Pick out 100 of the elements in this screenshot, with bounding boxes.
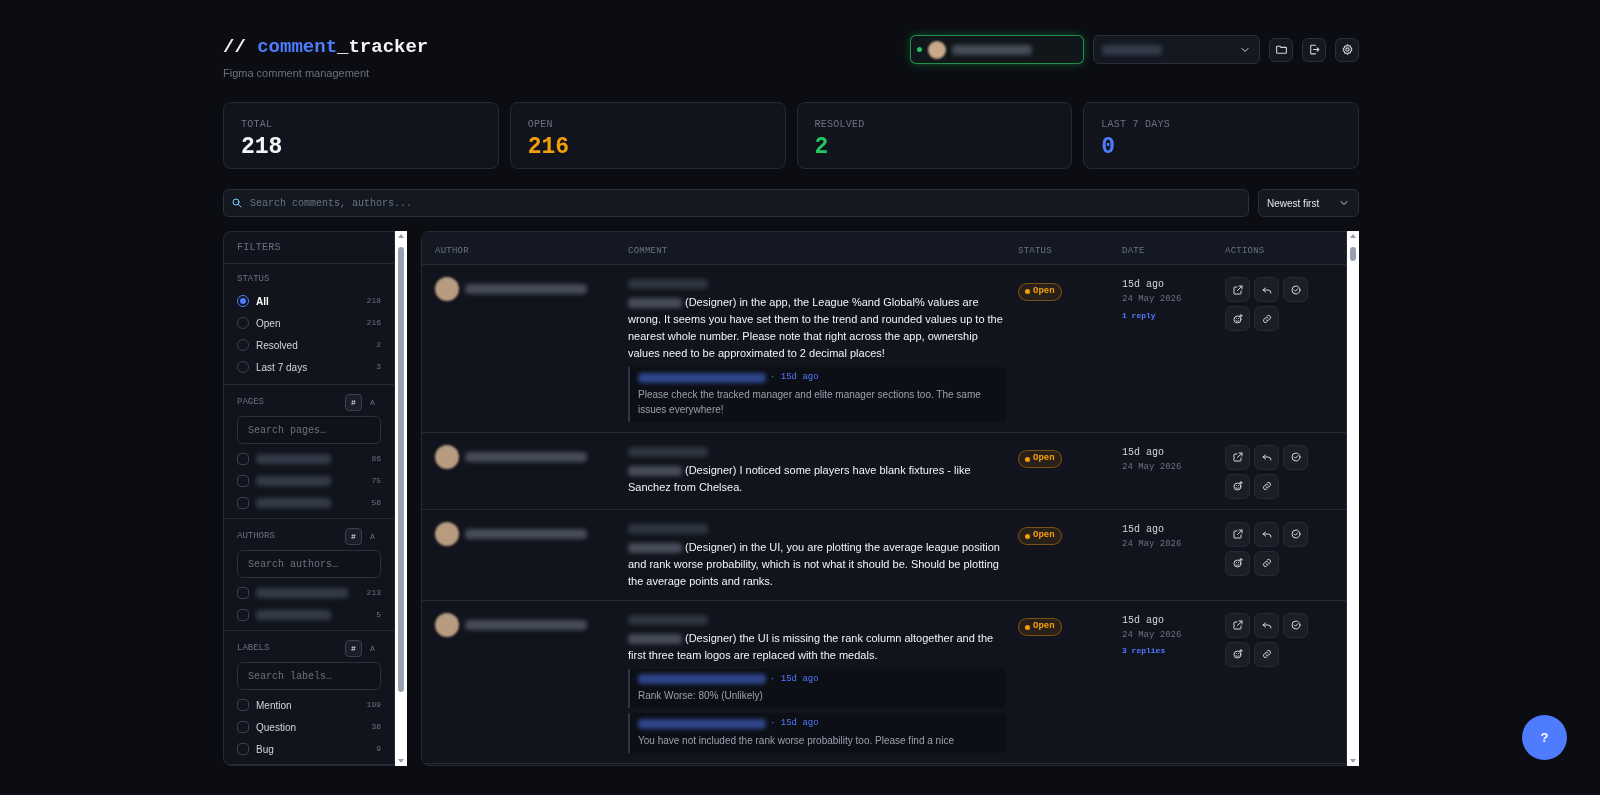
status-badge: Open: [1018, 618, 1062, 636]
sort-toggle[interactable]: #: [345, 640, 362, 657]
scrollbar[interactable]: [395, 231, 407, 766]
filter-item[interactable]: 86: [237, 448, 381, 470]
stat-value: 216: [527, 133, 571, 161]
replies-link[interactable]: 1 reply: [1122, 309, 1156, 322]
status-option[interactable]: Resolved 2: [237, 334, 381, 356]
check-circle-icon: [1289, 528, 1302, 540]
add-emoji-icon: [1231, 648, 1244, 660]
scrollbar-thumb[interactable]: [398, 247, 404, 692]
stat-value: 0: [1101, 133, 1117, 161]
blurred-mention: [628, 298, 682, 309]
relative-time: 15d ago: [1122, 613, 1165, 628]
comment-date: 24 May 2026: [1122, 293, 1183, 306]
stat-value: 218: [241, 133, 284, 161]
search-field[interactable]: Search comments, authors...: [223, 189, 1249, 217]
sort-select[interactable]: Newest first: [1258, 189, 1359, 217]
reply-icon: [1260, 528, 1273, 540]
section-heading: AUTHORS: [237, 529, 275, 543]
comment-date: 24 May 2026: [1122, 460, 1183, 474]
column-header: COMMENT: [628, 246, 668, 256]
scrollbar-thumb[interactable]: [1350, 247, 1356, 261]
blurred-project: [1102, 44, 1162, 55]
filter-item[interactable]: 213: [237, 582, 381, 604]
filter-search-field[interactable]: Search authors…: [237, 550, 381, 578]
check-circle-icon: [1289, 283, 1302, 296]
checkbox[interactable]: [237, 743, 249, 755]
reply-button[interactable]: [1254, 277, 1279, 302]
copy-link-button[interactable]: [1254, 641, 1279, 667]
relative-time: 15d ago: [1122, 522, 1165, 537]
status-option[interactable]: Last 7 days 3: [237, 356, 381, 378]
reply-button[interactable]: [1254, 444, 1279, 470]
resolve-button[interactable]: [1283, 444, 1308, 470]
reply-button[interactable]: [1254, 521, 1279, 547]
scroll-up-arrow[interactable]: [1350, 234, 1356, 238]
blurred-mention: [628, 542, 682, 553]
status-option[interactable]: Open 216: [237, 312, 381, 334]
filter-item[interactable]: 5: [237, 604, 381, 626]
column-header: DATE: [1122, 246, 1145, 256]
filter-item[interactable]: Bug 9: [237, 738, 381, 760]
checkbox[interactable]: [237, 453, 249, 465]
sort-toggle[interactable]: A: [364, 394, 381, 411]
replies-link[interactable]: 3 replies: [1122, 645, 1166, 657]
copy-link-button[interactable]: [1254, 306, 1279, 331]
filter-item[interactable]: Question 36: [237, 716, 381, 738]
sort-toggle[interactable]: A: [364, 640, 381, 657]
sort-toggle[interactable]: A: [364, 528, 381, 545]
open-button[interactable]: [1225, 444, 1250, 470]
reply-button[interactable]: [1254, 612, 1279, 638]
stat-label: TOTAL: [241, 118, 274, 132]
react-button[interactable]: [1225, 306, 1250, 331]
react-button[interactable]: [1225, 550, 1250, 576]
settings-button[interactable]: [1335, 37, 1359, 62]
copy-link-button[interactable]: [1254, 550, 1279, 576]
help-button[interactable]: ?: [1522, 715, 1567, 760]
resolve-button[interactable]: [1283, 612, 1308, 638]
add-emoji-icon: [1231, 480, 1244, 492]
reply-text: You have not included the rank worse probability too. Please find a nice: [638, 733, 955, 748]
external-link-icon: [1231, 619, 1244, 631]
resolve-button[interactable]: [1283, 521, 1308, 547]
section-heading: STATUS: [237, 272, 271, 286]
scrollbar[interactable]: [1347, 231, 1359, 766]
status-badge: Open: [1018, 527, 1062, 545]
scroll-down-arrow[interactable]: [398, 759, 404, 763]
scroll-down-arrow[interactable]: [1350, 759, 1356, 763]
filter-item[interactable]: Mention 199: [237, 694, 381, 716]
external-link-icon: [1231, 451, 1244, 463]
app-subtitle: Figma comment management: [223, 66, 371, 81]
filter-item[interactable]: 75: [237, 470, 381, 492]
sort-toggle[interactable]: #: [345, 394, 362, 411]
open-button[interactable]: [1225, 277, 1250, 302]
settings-icon: [1340, 43, 1354, 56]
sort-toggle[interactable]: #: [345, 528, 362, 545]
open-button[interactable]: [1225, 521, 1250, 547]
react-button[interactable]: [1225, 641, 1250, 667]
scroll-up-arrow[interactable]: [398, 234, 404, 238]
reply-text: Please check the tracked manager and elite manager sections too. The same issues everywhere!: [638, 387, 982, 417]
app-title: // comment_tracker: [223, 35, 429, 59]
resolve-button[interactable]: [1283, 277, 1308, 302]
filter-item[interactable]: 56: [237, 492, 381, 514]
folder-button[interactable]: [1269, 37, 1293, 62]
logout-button[interactable]: [1302, 37, 1326, 62]
checkbox[interactable]: [237, 475, 249, 487]
user-selector[interactable]: [910, 35, 1084, 64]
filter-search-field[interactable]: Search labels…: [237, 662, 381, 690]
filter-search-field[interactable]: Search pages…: [237, 416, 381, 444]
react-button[interactable]: [1225, 473, 1250, 499]
check-circle-icon: [1289, 619, 1302, 631]
checkbox[interactable]: [237, 587, 249, 599]
reply-time: · 15d ago: [770, 371, 819, 384]
checkbox[interactable]: [237, 699, 249, 711]
open-button[interactable]: [1225, 612, 1250, 638]
avatar: [435, 612, 459, 637]
checkbox[interactable]: [237, 721, 249, 733]
checkbox[interactable]: [237, 609, 249, 621]
copy-link-button[interactable]: [1254, 473, 1279, 499]
status-option[interactable]: All 218: [237, 290, 381, 312]
checkbox[interactable]: [237, 497, 249, 509]
section-heading: LABELS: [237, 641, 270, 655]
avatar: [435, 277, 459, 301]
